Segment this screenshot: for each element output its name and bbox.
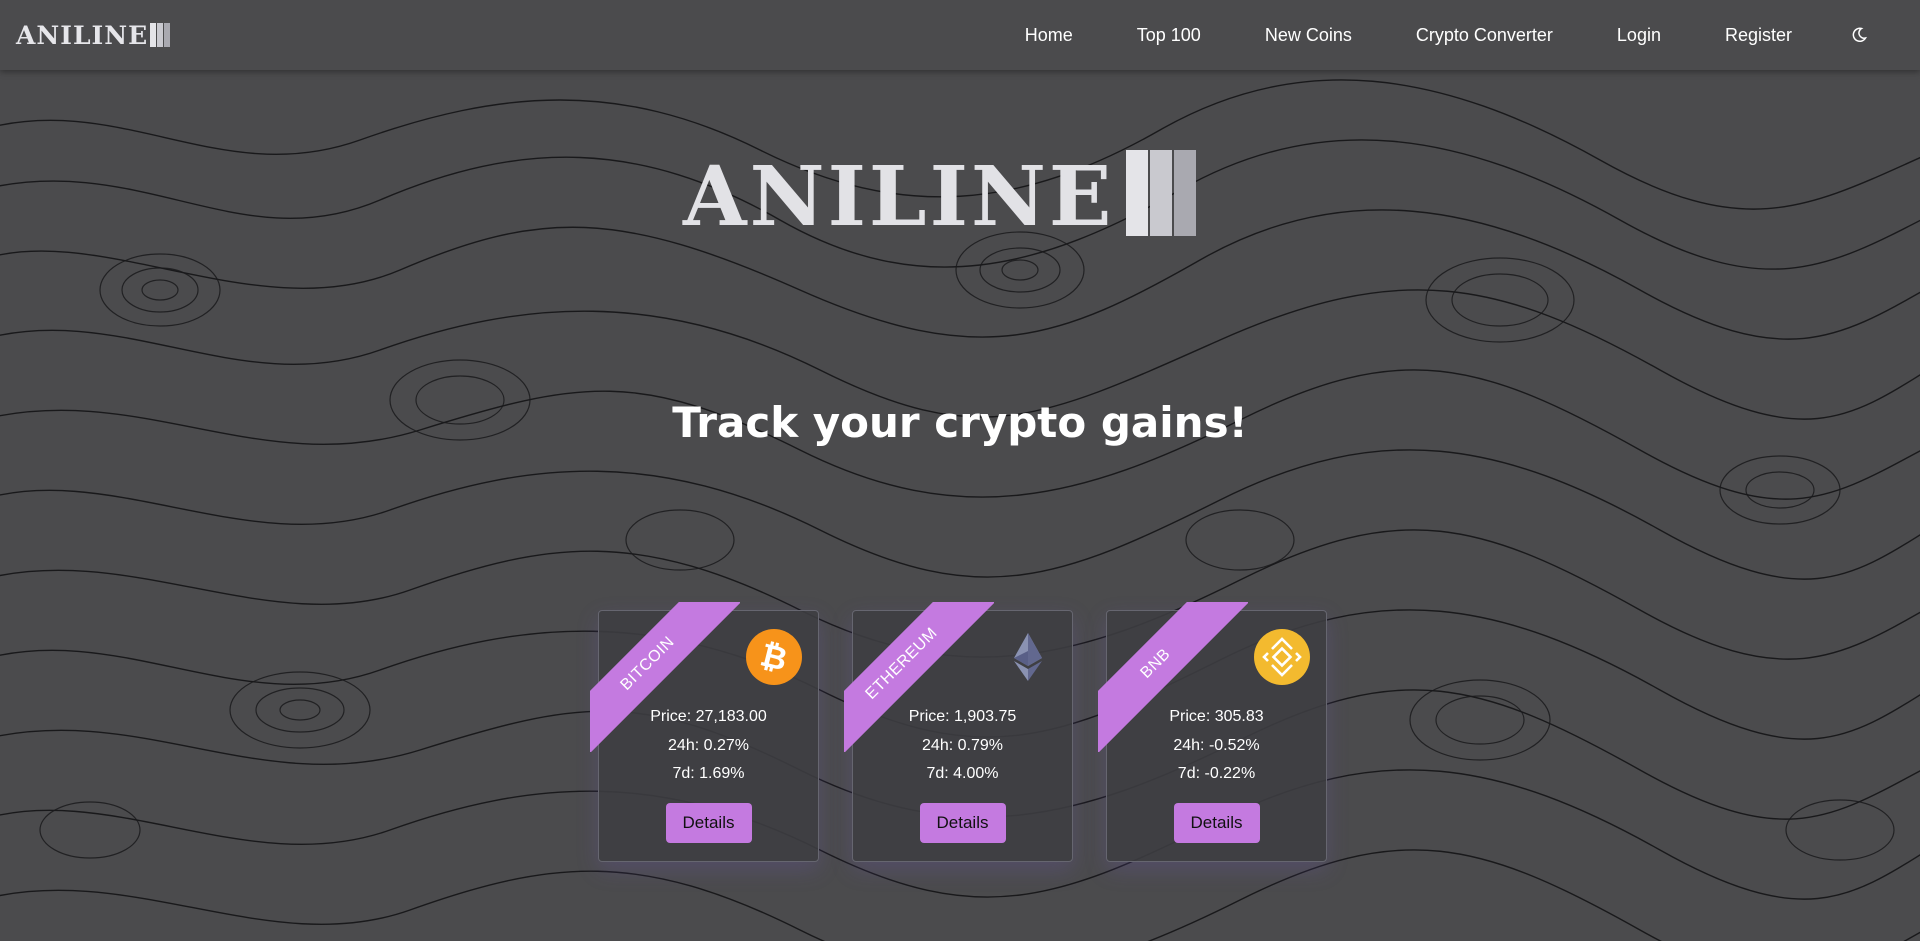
hero-logo-bars-icon <box>1126 150 1198 236</box>
details-button-bnb[interactable]: Details <box>1173 803 1260 843</box>
bitcoin-icon: ₿ <box>746 629 802 685</box>
coin-price: Price: 305.83 <box>1169 708 1264 725</box>
coin-card-bnb: BNB Price: 305.83 24h: -0.52% 7d: -0.22%… <box>1098 602 1327 862</box>
coin-info: Price: 305.83 24h: -0.52% 7d: -0.22% <box>1107 703 1326 789</box>
coin-info: Price: 1,903.75 24h: 0.79% 7d: 4.00% <box>853 703 1072 789</box>
hero-logo: ANILINE <box>683 150 1198 238</box>
coin-change-24h: 24h: 0.27% <box>668 736 749 754</box>
coin-change-24h: 24h: -0.52% <box>1173 736 1260 754</box>
coin-change-7d: 7d: 4.00% <box>926 765 999 782</box>
moon-icon[interactable] <box>1850 26 1868 44</box>
coin-change-7d: 7d: 1.69% <box>672 765 745 782</box>
hero-tagline: Track your crypto gains! <box>672 398 1248 447</box>
details-button-ethereum[interactable]: Details <box>919 803 1006 843</box>
bnb-icon <box>1254 629 1310 685</box>
coin-change-7d: 7d: -0.22% <box>1177 765 1256 782</box>
nav-links: Home Top 100 New Coins Crypto Converter … <box>1025 0 1920 70</box>
navbar: ANILINE Home Top 100 New Coins Crypto Co… <box>0 0 1920 70</box>
nav-link-top-100[interactable]: Top 100 <box>1137 25 1201 46</box>
coin-change-24h: 24h: 0.79% <box>922 736 1003 754</box>
nav-link-home[interactable]: Home <box>1025 25 1073 46</box>
hero-logo-text: ANILINE <box>683 149 1115 245</box>
coin-card-bitcoin: BITCOIN ₿ Price: 27,183.00 24h: 0.27% 7d… <box>590 602 819 862</box>
nav-link-login[interactable]: Login <box>1617 25 1661 46</box>
coin-price: Price: 27,183.00 <box>650 708 767 725</box>
coin-price: Price: 1,903.75 <box>908 708 1017 725</box>
coin-card-ethereum: ETHEREUM Price: 1,903.75 24h: 0.79% 7d: … <box>844 602 1073 862</box>
brand-bars-icon <box>150 23 171 47</box>
ethereum-icon <box>1014 633 1042 681</box>
brand-text: ANILINE <box>16 20 149 50</box>
nav-link-crypto-converter[interactable]: Crypto Converter <box>1416 25 1553 46</box>
brand-logo[interactable]: ANILINE <box>16 20 171 50</box>
nav-link-register[interactable]: Register <box>1725 25 1792 46</box>
details-button-bitcoin[interactable]: Details <box>665 803 752 843</box>
nav-link-new-coins[interactable]: New Coins <box>1265 25 1352 46</box>
coin-cards: BITCOIN ₿ Price: 27,183.00 24h: 0.27% 7d… <box>590 602 1327 862</box>
coin-info: Price: 27,183.00 24h: 0.27% 7d: 1.69% <box>599 703 818 789</box>
